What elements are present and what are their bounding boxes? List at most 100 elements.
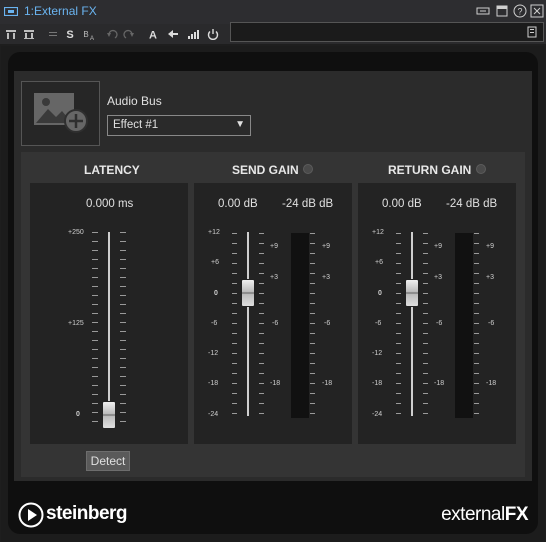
return-gain-indicator[interactable]	[476, 164, 486, 174]
scale-tick	[474, 383, 479, 384]
scale-tick	[259, 373, 264, 374]
scale-tick	[120, 286, 126, 287]
scale-tick	[120, 232, 126, 233]
scale-tick	[92, 340, 98, 341]
scale-tick	[423, 293, 428, 294]
scale-tick	[396, 353, 401, 354]
return-scale-label: -18	[372, 380, 383, 387]
scale-tick	[259, 233, 264, 234]
scale-tick	[310, 373, 315, 374]
scale-tick	[423, 333, 428, 334]
scale-tick	[120, 268, 126, 269]
scale-tick	[92, 412, 98, 413]
scale-tick	[396, 373, 401, 374]
company-name: steinberg	[46, 503, 128, 524]
scale-tick	[396, 383, 401, 384]
scale-tick	[310, 233, 315, 234]
latency-track[interactable]	[108, 232, 110, 428]
send-gain-indicator[interactable]	[303, 164, 313, 174]
send-gain-track[interactable]	[247, 232, 249, 416]
scale-tick	[396, 323, 401, 324]
scale-tick	[396, 293, 401, 294]
audio-bus-select[interactable]: Effect #1 ▼	[107, 115, 251, 136]
preset-field[interactable]	[230, 22, 544, 42]
scale-tick	[232, 393, 237, 394]
split-icon[interactable]: BA	[81, 27, 95, 41]
return-gain-title: RETURN GAIN	[388, 163, 472, 177]
scale-tick	[396, 303, 401, 304]
scale-tick	[120, 331, 126, 332]
return-scale-label: 0	[378, 290, 382, 297]
return-scale-label: +12	[372, 229, 384, 236]
close-icon[interactable]	[530, 4, 544, 18]
scale-tick	[92, 376, 98, 377]
scale-tick	[259, 253, 264, 254]
scale-tick	[396, 233, 401, 234]
svg-text:?: ?	[517, 7, 522, 17]
scale-tick	[310, 343, 315, 344]
return-gain-meter	[455, 233, 473, 418]
scale-tick	[92, 367, 98, 368]
scale-tick	[423, 303, 428, 304]
io-icon[interactable]	[4, 27, 18, 41]
power-icon[interactable]	[206, 27, 220, 41]
meter-icon[interactable]	[186, 27, 200, 41]
return-scale-label: -12	[372, 350, 383, 357]
io-alt-icon[interactable]	[22, 27, 36, 41]
send-scale-label: -18	[208, 380, 219, 387]
latency-fader-handle[interactable]	[102, 401, 116, 429]
scale-tick	[423, 313, 428, 314]
latency-scale-label: 0	[76, 411, 80, 418]
return-meter-label: +9	[486, 243, 494, 250]
steinberg-logo-icon	[18, 502, 44, 528]
return-scale-label: +6	[375, 259, 383, 266]
scale-tick	[259, 283, 264, 284]
scale-tick	[310, 273, 315, 274]
product-prefix: external	[441, 504, 505, 525]
return-gain-fader-handle[interactable]	[405, 279, 419, 307]
detect-button[interactable]: Detect	[86, 451, 130, 471]
scale-tick	[259, 263, 264, 264]
scale-tick	[120, 403, 126, 404]
redo-icon[interactable]	[122, 27, 136, 41]
scale-tick	[423, 413, 428, 414]
scale-tick	[474, 413, 479, 414]
scale-tick	[310, 383, 315, 384]
return-scale-label: -24	[372, 411, 383, 418]
scale-tick	[120, 349, 126, 350]
scale-tick	[396, 343, 401, 344]
switch-icon[interactable]: S	[63, 27, 77, 41]
scale-tick	[310, 333, 315, 334]
scale-tick	[232, 413, 237, 414]
scale-tick	[423, 263, 428, 264]
scale-tick	[92, 421, 98, 422]
scale-tick	[232, 293, 237, 294]
document-icon[interactable]	[525, 25, 539, 39]
help-icon[interactable]: ?	[513, 4, 527, 18]
svg-text:S: S	[66, 29, 73, 41]
link-icon[interactable]	[476, 4, 490, 18]
send-gain-fader-handle[interactable]	[241, 279, 255, 307]
undo-icon[interactable]	[105, 27, 119, 41]
scale-tick	[92, 268, 98, 269]
scale-tick	[92, 385, 98, 386]
image-placeholder[interactable]	[21, 81, 100, 146]
arrow-left-icon[interactable]	[166, 27, 180, 41]
compare-icon[interactable]	[46, 27, 60, 41]
scale-tick	[92, 403, 98, 404]
scale-tick	[423, 393, 428, 394]
scale-tick	[259, 343, 264, 344]
scale-tick	[232, 253, 237, 254]
send-scale-label-right: -18	[270, 380, 281, 387]
return-gain-track[interactable]	[411, 232, 413, 416]
scale-tick	[232, 313, 237, 314]
scale-tick	[310, 393, 315, 394]
window-mode-icon[interactable]	[495, 4, 509, 18]
scale-tick	[92, 277, 98, 278]
scale-tick	[310, 313, 315, 314]
scale-tick	[259, 403, 264, 404]
scale-tick	[423, 363, 428, 364]
window-title: 1:External FX	[24, 4, 97, 18]
scale-tick	[232, 363, 237, 364]
a-icon[interactable]: A	[146, 27, 160, 42]
